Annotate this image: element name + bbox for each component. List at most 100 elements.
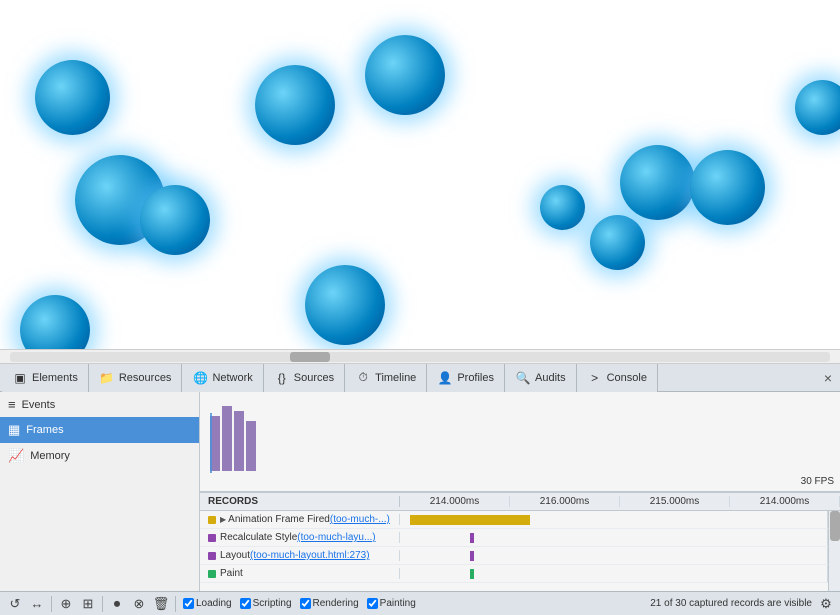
bubble-0	[35, 60, 110, 135]
checkbox-group-painting: Painting	[367, 598, 416, 609]
record-color-1	[208, 534, 216, 542]
checkbox-group-rendering: Rendering	[300, 598, 359, 609]
tab-label-timeline: Timeline	[375, 372, 416, 384]
table-row[interactable]: ▶Animation Frame Fired(too-much-...)	[200, 511, 828, 529]
delete-button[interactable]: 🗑	[151, 594, 171, 614]
timeline-tab-icon: ⏱	[355, 370, 371, 386]
playhead-indicator	[210, 413, 212, 473]
tab-label-console: Console	[607, 372, 647, 384]
timeline-bars	[210, 406, 256, 471]
devtools-panel: ▣ Elements 📁 Resources 🌐 Network {} Sources ⏱ Tim…	[0, 364, 840, 615]
checkbox-loading[interactable]	[183, 598, 194, 609]
record-timeline-2	[400, 547, 828, 564]
filter-button[interactable]: ⊞	[78, 594, 98, 614]
tab-label-sources: Sources	[294, 372, 334, 384]
bottom-toolbar: ↺↔ ⊕⊞ ⏺⊗🗑 Loading Scripting Rendering Painting…	[0, 591, 840, 615]
devtools-content: ≡Events▦Frames📈Memory 30 FPS RECORDS	[0, 392, 840, 591]
timeline-bar-4	[246, 421, 256, 471]
sources-tab-icon: {}	[274, 370, 290, 386]
record-timeline-3	[400, 565, 828, 582]
close-button[interactable]: ×	[818, 368, 838, 388]
tab-label-elements: Elements	[32, 372, 78, 384]
record-bar-1	[470, 533, 474, 543]
sidebar-label-events: Events	[22, 399, 56, 411]
table-row[interactable]: Paint	[200, 565, 828, 583]
record-label-1: Recalculate Style(too-much-layu...)	[200, 532, 400, 543]
settings-button[interactable]: ⚙	[816, 594, 836, 614]
checkbox-painting[interactable]	[367, 598, 378, 609]
time-header-1: 216.000ms	[510, 496, 620, 507]
checkbox-group-loading: Loading	[183, 598, 232, 609]
bubble-8	[620, 145, 695, 220]
tab-sources[interactable]: {} Sources	[264, 364, 345, 392]
record-bar-2	[470, 551, 474, 561]
bubble-5	[305, 265, 385, 345]
network-tab-icon: 🌐	[192, 370, 208, 386]
capture-button[interactable]: ⏺	[107, 594, 127, 614]
tab-profiles[interactable]: 👤Profiles	[427, 364, 505, 392]
elements-tab-icon: ▣	[12, 370, 28, 386]
record-link-2[interactable]: (too-much-layout.html:273)	[250, 550, 370, 561]
scrollbar-area[interactable]	[0, 350, 840, 364]
table-row[interactable]: Layout(too-much-layout.html:273)	[200, 547, 828, 565]
sidebar: ≡Events▦Frames📈Memory	[0, 392, 200, 591]
toolbar-sep-3	[102, 596, 103, 612]
toolbar-sep-1	[51, 596, 52, 612]
records-scroll-thumb[interactable]	[830, 511, 840, 541]
tab-console[interactable]: >Console	[577, 364, 658, 392]
bubble-10	[795, 80, 840, 135]
record-label-0: ▶Animation Frame Fired(too-much-...)	[200, 514, 400, 525]
search-button[interactable]: ⊕	[56, 594, 76, 614]
tab-elements[interactable]: ▣ Elements	[2, 364, 89, 392]
sidebar-item-events[interactable]: ≡Events	[0, 392, 199, 417]
table-row[interactable]: Recalculate Style(too-much-layu...)	[200, 529, 828, 547]
reload-button[interactable]: ↺	[5, 594, 25, 614]
record-label-3: Paint	[200, 568, 400, 579]
tab-network[interactable]: 🌐 Network	[182, 364, 263, 392]
record-text-2: Layout	[220, 550, 250, 561]
bubble-4	[365, 35, 445, 115]
sidebar-item-frames[interactable]: ▦Frames	[0, 417, 199, 443]
sidebar-label-memory: Memory	[30, 450, 70, 462]
sidebar-label-frames: Frames	[26, 424, 63, 436]
timeline-bar-2	[222, 406, 232, 471]
record-timeline-1	[400, 529, 828, 546]
record-link-1[interactable]: (too-much-layu...)	[297, 532, 375, 543]
tab-timeline[interactable]: ⏱ Timeline	[345, 364, 427, 392]
sidebar-item-memory[interactable]: 📈Memory	[0, 443, 199, 469]
bubble-2	[140, 185, 210, 255]
tab-label-audits: Audits	[535, 372, 566, 384]
toolbar-sep-checkboxes	[175, 596, 176, 612]
checkbox-label-loading: Loading	[196, 598, 232, 609]
record-link-0[interactable]: (too-much-...)	[330, 514, 390, 525]
scrollbar-thumb[interactable]	[290, 352, 330, 362]
checkbox-group-scripting: Scripting	[240, 598, 292, 609]
record-color-3	[208, 570, 216, 578]
tab-label-profiles: Profiles	[457, 372, 494, 384]
time-header-2: 215.000ms	[620, 496, 730, 507]
chart-area: 30 FPS	[200, 392, 840, 492]
record-label-2: Layout(too-much-layout.html:273)	[200, 550, 400, 561]
tab-label-resources: Resources	[119, 372, 172, 384]
audits-tab-icon: 🔍	[515, 370, 531, 386]
horizontal-scrollbar[interactable]	[10, 352, 830, 362]
record-button[interactable]: ↔	[27, 594, 47, 614]
record-text-1: Recalculate Style	[220, 532, 297, 543]
record-color-0	[208, 516, 216, 524]
records-scrollbar[interactable]	[828, 511, 840, 591]
clear-button[interactable]: ⊗	[129, 594, 149, 614]
tab-bar: ▣ Elements 📁 Resources 🌐 Network {} Sources ⏱ Tim…	[0, 364, 840, 392]
checkbox-scripting[interactable]	[240, 598, 251, 609]
bubble-11	[20, 295, 90, 350]
bubble-9	[690, 150, 765, 225]
record-text-3: Paint	[220, 568, 243, 579]
checkbox-rendering[interactable]	[300, 598, 311, 609]
tab-audits[interactable]: 🔍 Audits	[505, 364, 577, 392]
checkbox-label-painting: Painting	[380, 598, 416, 609]
record-bar-3	[470, 569, 474, 579]
tab-resources[interactable]: 📁 Resources	[89, 364, 183, 392]
tab-label-network: Network	[212, 372, 252, 384]
resources-tab-icon: 📁	[99, 370, 115, 386]
bubble-6	[540, 185, 585, 230]
expand-arrow[interactable]: ▶	[220, 515, 226, 524]
